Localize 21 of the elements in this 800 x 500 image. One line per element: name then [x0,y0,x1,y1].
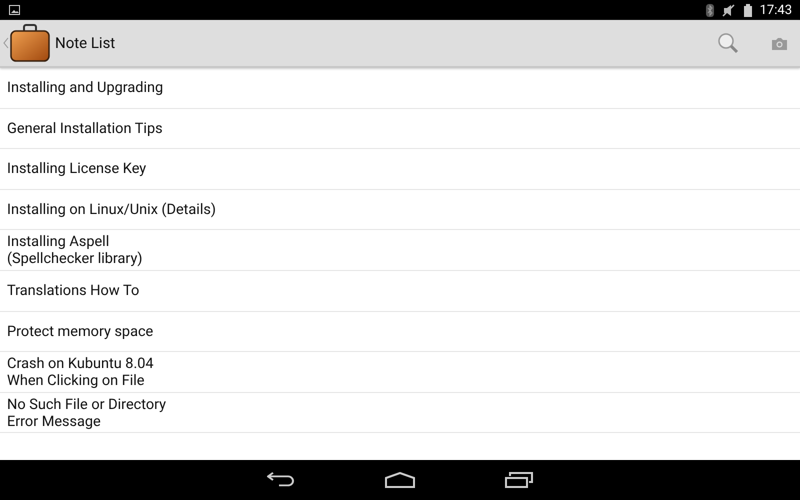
note-list-item[interactable]: Translations How To [7,282,140,300]
briefcase-icon [10,24,50,62]
muted-speaker-icon [722,4,736,16]
note-list-item[interactable]: No Such File or Directory Error Message [7,396,166,430]
caret-icon [3,37,9,49]
recent-apps-button[interactable] [505,472,533,488]
note-list-item[interactable]: Installing License Key [7,160,146,178]
back-button[interactable] [267,472,295,488]
note-list-item[interactable]: Crash on Kubuntu 8.04 When Clicking on File [7,354,154,389]
note-list-item[interactable]: Installing and Upgrading [7,79,164,96]
note-list-item[interactable]: General Installation Tips [7,120,163,137]
clock: 17:43 [760,2,792,18]
search-button[interactable] [716,31,740,55]
bluetooth-icon [706,4,714,16]
note-list-item[interactable]: Protect memory space [7,322,154,340]
battery-icon [744,4,752,16]
screen-title: Note List [55,34,116,52]
note-list-item[interactable]: Installing on Linux/Unix (Details) [7,201,216,218]
home-button[interactable] [385,472,415,488]
note-list-item[interactable]: Installing Aspell (Spellchecker library) [7,233,142,268]
picture-notification-icon [9,5,20,15]
